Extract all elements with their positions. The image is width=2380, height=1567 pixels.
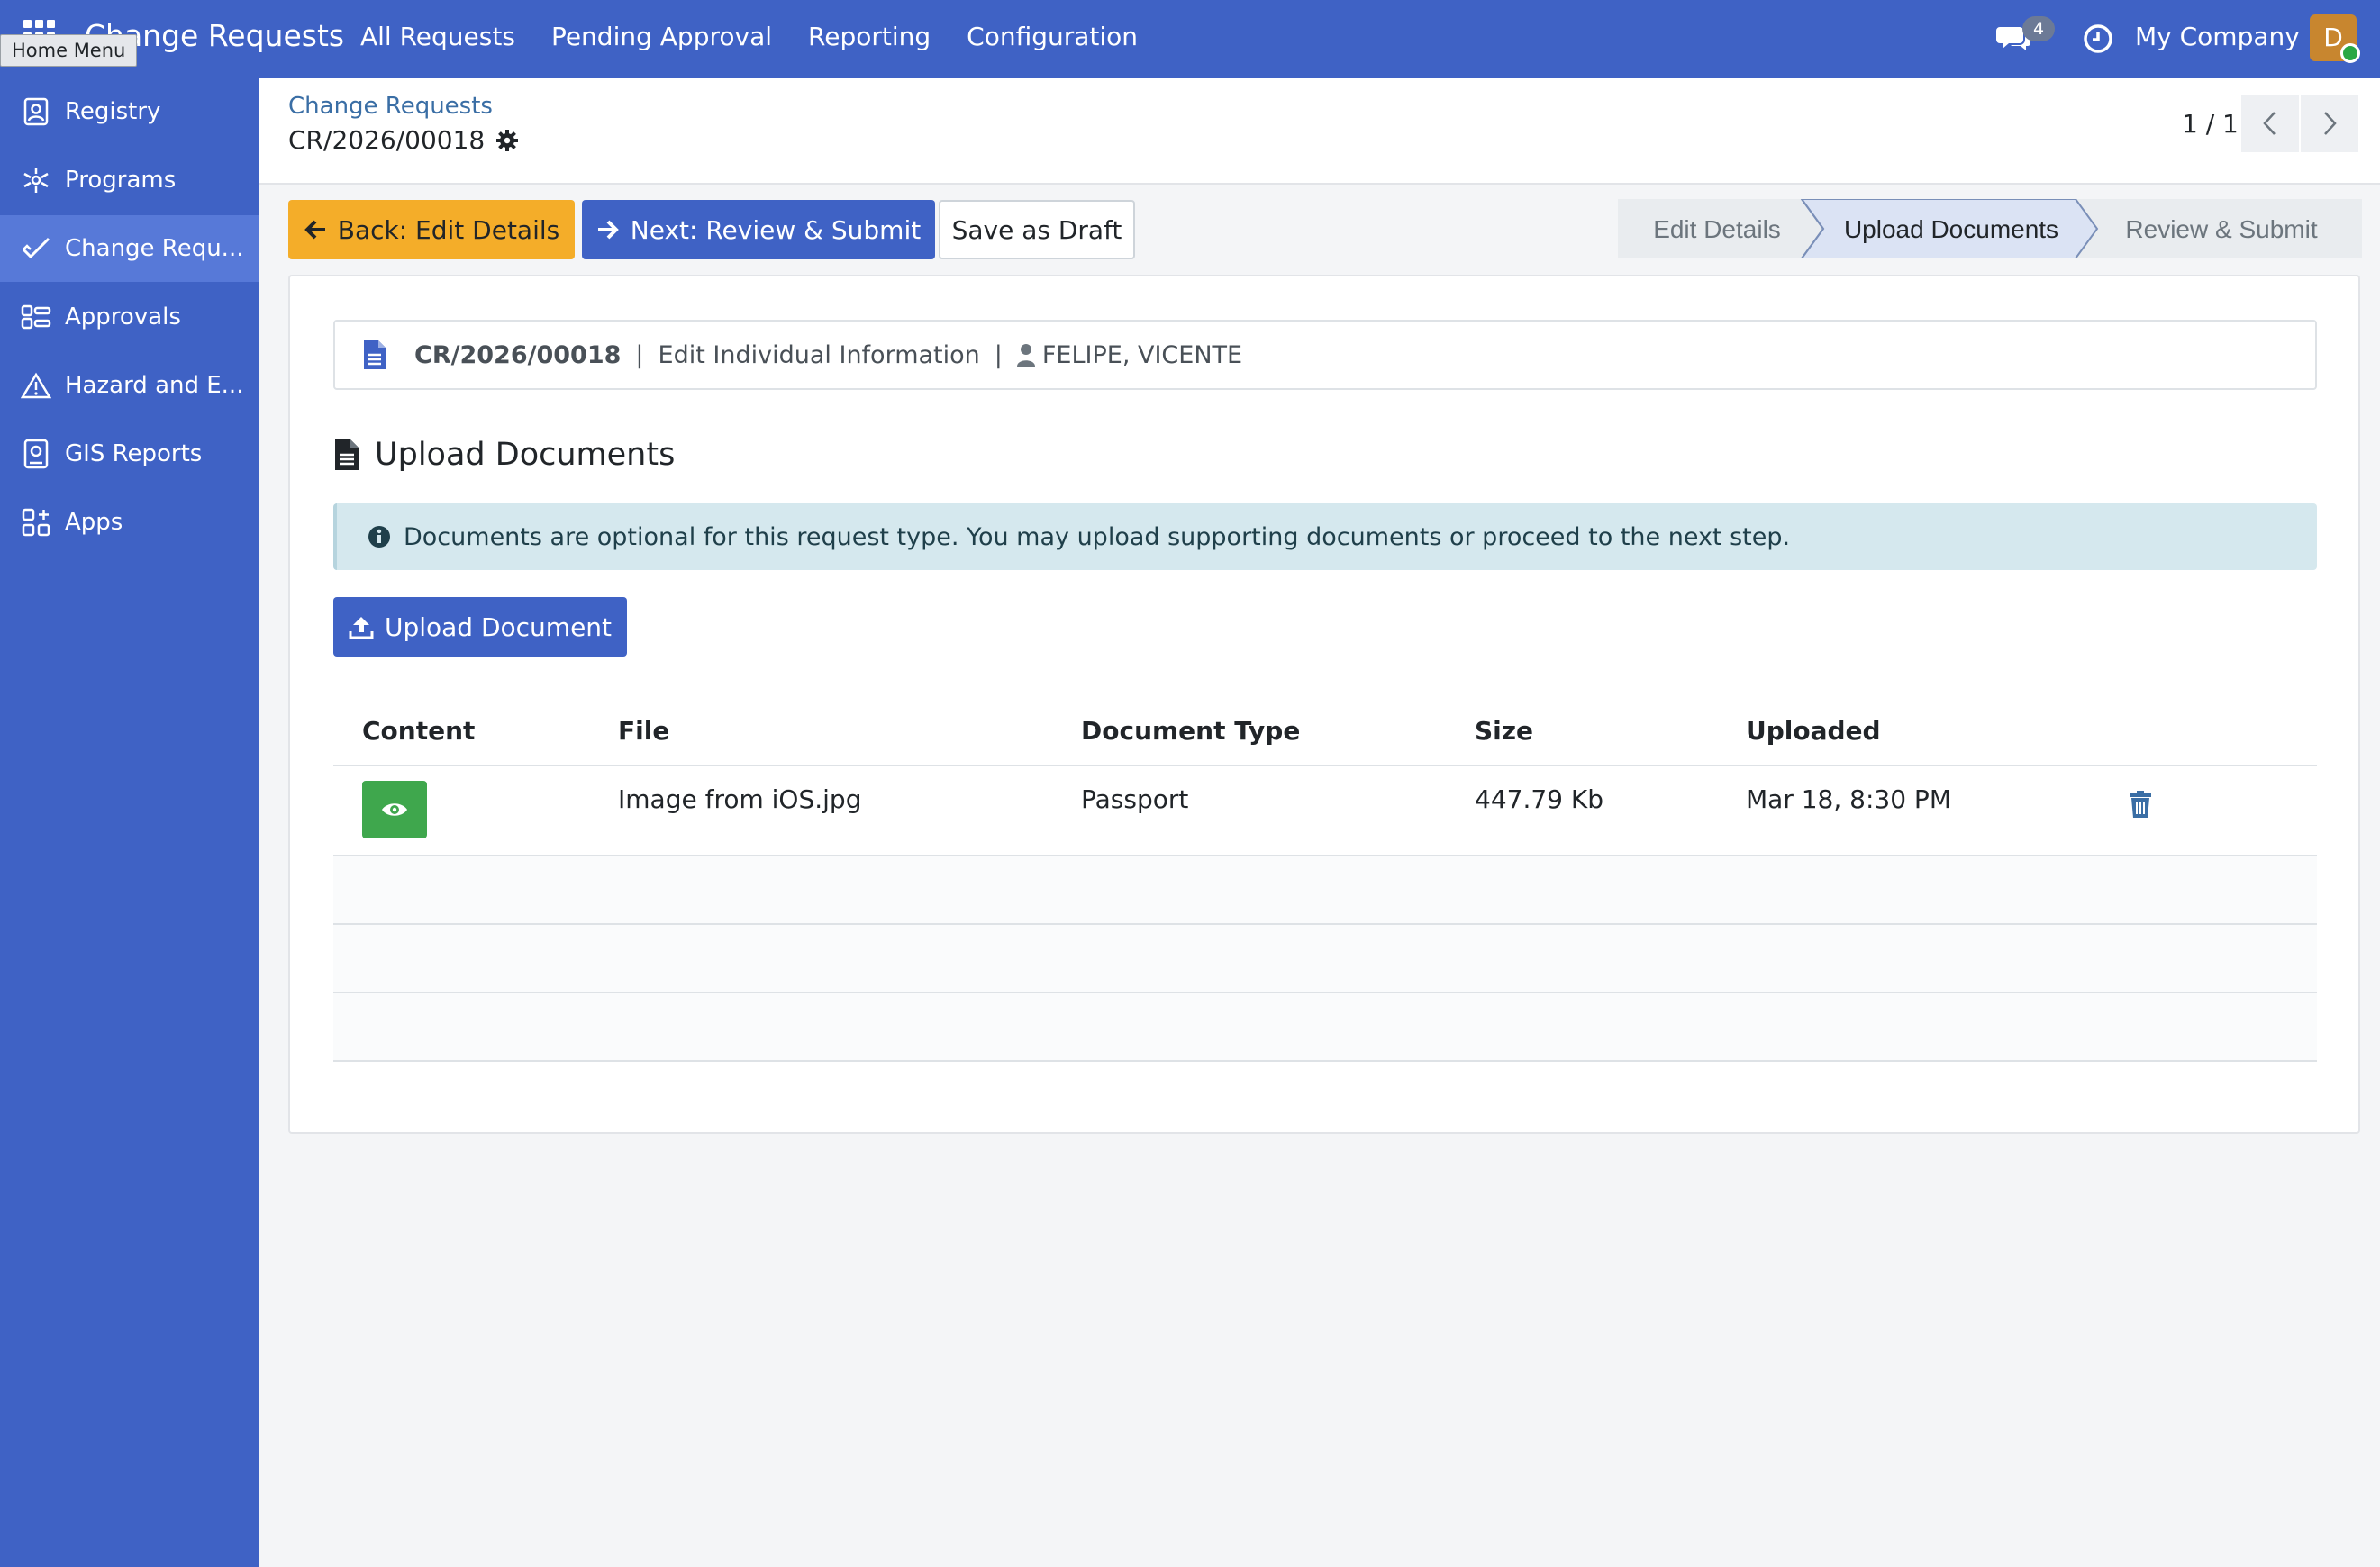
cell-file-name: Image from iOS.jpg (618, 784, 862, 814)
menu-pending-approval[interactable]: Pending Approval (551, 22, 772, 51)
table-row[interactable]: Image from iOS.jpg Passport 447.79 Kb Ma… (333, 766, 2317, 856)
hazard-icon (20, 369, 52, 402)
sidebar: Registry Programs Change Requ... Approva… (0, 78, 259, 1567)
info-person-name: FELIPE, VICENTE (1041, 340, 1243, 369)
upload-button-label: Upload Document (384, 611, 613, 642)
table-header: Content File Document Type Size Uploaded (333, 694, 2317, 766)
main-content: Change Requests CR/2026/00018 1 / 1 Back… (259, 78, 2380, 1567)
step-edit-details[interactable]: Edit Details (1653, 215, 1781, 243)
cell-size: 447.79 Kb (1475, 784, 1604, 814)
arrow-right-icon (597, 220, 619, 240)
home-menu-tooltip: Home Menu (0, 34, 138, 67)
programs-icon (20, 164, 52, 196)
step-upload-documents[interactable]: Upload Documents (1844, 215, 2058, 243)
breadcrumb-parent-link[interactable]: Change Requests (288, 93, 493, 120)
back-button-label: Back: Edit Details (337, 214, 560, 245)
preview-button[interactable] (362, 781, 427, 838)
table-row-empty (333, 856, 2317, 925)
sidebar-item-label: GIS Reports (65, 440, 203, 467)
info-request-ref: CR/2026/00018 (414, 340, 622, 369)
save-as-draft-button[interactable]: Save as Draft (939, 200, 1135, 259)
record-name: CR/2026/00018 (288, 125, 486, 155)
upload-document-button[interactable]: Upload Document (333, 597, 627, 657)
sidebar-item-label: Hazard and E... (65, 372, 244, 399)
company-switcher[interactable]: My Company (2135, 22, 2300, 51)
chevron-right-icon (2324, 112, 2337, 135)
change-requests-icon (20, 232, 52, 265)
sidebar-item-gis-reports[interactable]: GIS Reports (0, 421, 259, 487)
sidebar-item-apps[interactable]: Apps (0, 489, 259, 556)
sidebar-item-approvals[interactable]: Approvals (0, 284, 259, 350)
documents-table: Content File Document Type Size Uploaded… (333, 694, 2317, 1062)
column-header-size[interactable]: Size (1475, 716, 1533, 746)
document-icon (364, 340, 386, 369)
sidebar-item-label: Approvals (65, 303, 181, 331)
top-navbar: Change Requests All Requests Pending App… (0, 0, 2380, 78)
sidebar-item-label: Registry (65, 98, 161, 125)
sidebar-item-hazard[interactable]: Hazard and E... (0, 352, 259, 419)
info-separator: | (994, 340, 1003, 369)
info-separator: | (635, 340, 644, 369)
sidebar-item-programs[interactable]: Programs (0, 147, 259, 213)
arrow-left-icon (304, 220, 325, 240)
sidebar-item-label: Change Requ... (65, 235, 244, 262)
column-header-content[interactable]: Content (362, 716, 475, 746)
sidebar-item-change-requests[interactable]: Change Requ... (0, 215, 259, 282)
gear-icon[interactable] (495, 129, 519, 152)
progress-steps: Edit Details Upload Documents Review & S… (1618, 199, 2362, 258)
sidebar-item-label: Apps (65, 509, 123, 536)
section-title-text: Upload Documents (375, 437, 676, 473)
table-row-empty (333, 925, 2317, 993)
apps-icon (20, 506, 52, 539)
cell-uploaded: Mar 18, 8:30 PM (1746, 784, 1951, 814)
menu-configuration[interactable]: Configuration (967, 22, 1138, 51)
section-title: Upload Documents (333, 437, 675, 473)
menu-reporting[interactable]: Reporting (808, 22, 931, 51)
info-alert: Documents are optional for this request … (333, 503, 2317, 570)
form-sheet: CR/2026/00018 | Edit Individual Informat… (288, 275, 2360, 1134)
record-title: CR/2026/00018 (288, 125, 519, 155)
pager-previous-button[interactable] (2241, 95, 2299, 152)
approvals-icon (20, 301, 52, 333)
pager-value: 1 / 1 (2182, 109, 2239, 139)
column-header-document-type[interactable]: Document Type (1081, 716, 1300, 746)
chat-count-badge: 4 (2022, 16, 2055, 41)
trash-icon[interactable] (2128, 790, 2153, 819)
request-info-bar: CR/2026/00018 | Edit Individual Informat… (333, 320, 2317, 390)
menu-all-requests[interactable]: All Requests (360, 22, 515, 51)
file-text-icon (335, 439, 359, 470)
main-menu: All Requests Pending Approval Reporting … (360, 22, 1138, 51)
eye-icon (382, 803, 407, 816)
info-circle-icon (368, 526, 390, 548)
user-icon (1016, 344, 1035, 367)
table-row-empty (333, 993, 2317, 1062)
registry-icon (20, 95, 52, 128)
chevron-left-icon (2263, 112, 2276, 135)
gis-reports-icon (20, 438, 52, 470)
info-alert-text: Documents are optional for this request … (404, 522, 1791, 551)
control-panel: Change Requests CR/2026/00018 1 / 1 (259, 78, 2380, 185)
sidebar-item-registry[interactable]: Registry (0, 78, 259, 145)
column-header-file[interactable]: File (618, 716, 669, 746)
cell-document-type: Passport (1081, 784, 1189, 814)
online-status-dot (2340, 43, 2360, 63)
step-review-submit[interactable]: Review & Submit (2125, 215, 2317, 243)
upload-icon (349, 617, 374, 639)
clock-icon[interactable] (2083, 23, 2113, 54)
draft-button-label: Save as Draft (951, 214, 1122, 245)
next-button-label: Next: Review & Submit (630, 214, 922, 245)
next-review-submit-button[interactable]: Next: Review & Submit (582, 200, 935, 259)
column-header-uploaded[interactable]: Uploaded (1746, 716, 1881, 746)
back-edit-details-button[interactable]: Back: Edit Details (288, 200, 575, 259)
sidebar-item-label: Programs (65, 167, 177, 194)
info-request-type: Edit Individual Information (658, 340, 980, 369)
pager-next-button[interactable] (2301, 95, 2358, 152)
